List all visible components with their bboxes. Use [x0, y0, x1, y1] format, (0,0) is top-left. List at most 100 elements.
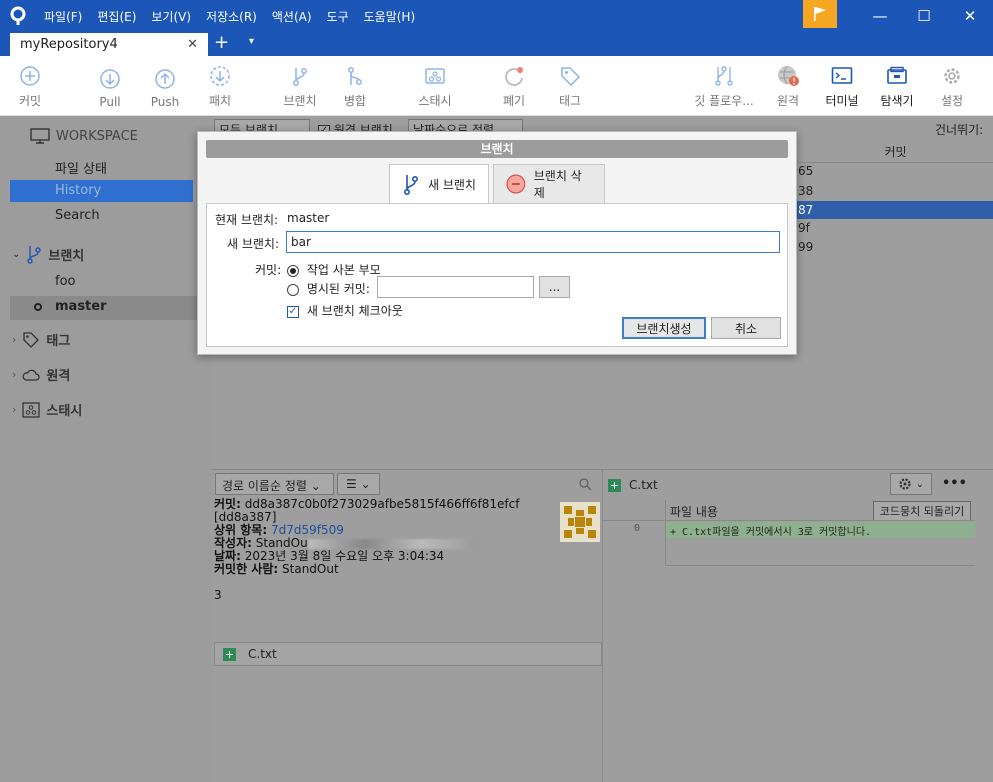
- branches-header[interactable]: ⌄ 브랜치: [12, 244, 84, 264]
- checkout-new-branch-label: 새 브랜치 체크아웃: [306, 304, 403, 318]
- tab-new-branch[interactable]: 새 브랜치: [389, 164, 489, 204]
- stash-label: 스태시: [418, 94, 452, 108]
- author-name: StandOu: [255, 536, 308, 550]
- chevron-down-icon: ⌄: [12, 248, 21, 260]
- date-label: 날짜:: [214, 549, 241, 563]
- sidebar-item-history-label: History: [55, 183, 102, 198]
- sidebar: [0, 116, 212, 782]
- merge-icon: [343, 64, 367, 88]
- stashes-header[interactable]: › 스태시: [12, 400, 82, 419]
- pull-icon: [98, 67, 122, 91]
- search-icon[interactable]: [578, 477, 592, 491]
- add-tab-button[interactable]: +: [214, 33, 229, 53]
- gitflow-button[interactable]: 깃 플로우...: [690, 56, 758, 116]
- diff-options-dropdown[interactable]: ⌄: [890, 473, 932, 495]
- radio-working-copy-parent[interactable]: 작업 사본 부모: [287, 261, 381, 278]
- menu-repository[interactable]: 저장소(R): [206, 8, 257, 25]
- terminal-icon: [830, 64, 854, 88]
- repo-tab[interactable]: myRepository4 ✕: [10, 33, 208, 56]
- sidebar-item-file-status[interactable]: 파일 상태: [55, 158, 107, 177]
- minimize-button[interactable]: —: [857, 0, 903, 32]
- tag-icon: [558, 64, 582, 88]
- tab-dropdown-icon[interactable]: ▾: [249, 36, 254, 47]
- commit-row[interactable]: 38: [798, 184, 813, 198]
- push-button[interactable]: Push: [146, 56, 184, 116]
- menu-edit[interactable]: 편집(E): [97, 8, 136, 25]
- file-name: C.txt: [248, 647, 277, 661]
- fetch-button[interactable]: 패치: [202, 56, 238, 116]
- terminal-button[interactable]: 터미널: [822, 56, 862, 116]
- menu-actions[interactable]: 액션(A): [272, 8, 312, 25]
- specified-commit-input[interactable]: [377, 276, 534, 298]
- more-options-button[interactable]: •••: [942, 476, 967, 491]
- menu-tools[interactable]: 도구: [327, 8, 349, 25]
- revert-hunk-button[interactable]: 코드뭉치 되돌리기: [873, 501, 971, 521]
- radio-working-copy-parent-label: 작업 사본 부모: [306, 263, 381, 277]
- close-window-button[interactable]: ✕: [947, 0, 993, 32]
- menu-help[interactable]: 도움말(H): [364, 8, 416, 25]
- explorer-button[interactable]: 탐색기: [876, 56, 918, 116]
- commit-message: 3: [214, 588, 222, 602]
- merge-button[interactable]: 병합: [338, 56, 372, 116]
- tab-delete-branch-label: 브랜치 삭제: [533, 169, 582, 200]
- commit-row[interactable]: 65: [798, 164, 813, 178]
- branch-button[interactable]: 브랜치: [278, 56, 322, 116]
- title-bar: 파일(F) 편집(E) 보기(V) 저장소(R) 액션(A) 도구 도움말(H)…: [0, 0, 993, 32]
- path-sort-dropdown[interactable]: 경로 이름순 정렬 ⌄: [215, 473, 334, 495]
- browse-commit-button[interactable]: ...: [539, 276, 570, 298]
- menu-view[interactable]: 보기(V): [151, 8, 191, 25]
- checkout-new-branch-checkbox[interactable]: ✓ 새 브랜치 체크아웃: [287, 302, 403, 319]
- commit-row[interactable]: 9f: [798, 221, 810, 235]
- stash-icon: [423, 64, 447, 88]
- toolbar: 커밋 Pull Push 패치 브랜치 병합 스태시 폐기 태그 깃 플로우..…: [0, 56, 993, 116]
- sidebar-item-master-label: master: [55, 299, 107, 314]
- commit-button[interactable]: 커밋: [10, 56, 50, 116]
- sourcetree-logo: [10, 6, 26, 25]
- discard-button[interactable]: 폐기: [497, 56, 531, 116]
- menu-file[interactable]: 파일(F): [44, 8, 82, 25]
- parent-hash-link[interactable]: 7d7d59f509: [271, 523, 344, 537]
- commit-label: 커밋:: [214, 497, 241, 511]
- commit-column-header[interactable]: 커밋: [798, 141, 993, 163]
- sidebar-item-foo[interactable]: foo: [55, 274, 75, 289]
- merge-label: 병합: [343, 94, 367, 108]
- gear-icon: [940, 64, 964, 88]
- settings-button[interactable]: 설정: [934, 56, 970, 116]
- close-tab-icon[interactable]: ✕: [187, 37, 198, 52]
- tab-delete-branch[interactable]: 브랜치 삭제: [493, 164, 605, 204]
- radio-specified-commit[interactable]: 명시된 커밋:: [287, 280, 370, 297]
- commit-row[interactable]: 99: [798, 240, 813, 254]
- tag-button[interactable]: 태그: [553, 56, 587, 116]
- path-sort-label: 경로 이름순 정렬: [222, 479, 307, 493]
- sidebar-item-history[interactable]: [10, 180, 193, 202]
- committer-name: StandOut: [282, 562, 339, 576]
- flag-button[interactable]: [803, 0, 837, 28]
- pull-button[interactable]: Pull: [92, 56, 128, 116]
- diff-file-name: C.txt: [629, 478, 658, 492]
- sidebar-item-search[interactable]: Search: [55, 208, 100, 223]
- push-label: Push: [150, 95, 180, 109]
- maximize-button[interactable]: ☐: [901, 0, 947, 32]
- author-label: 작성자:: [214, 536, 252, 550]
- cancel-button[interactable]: 취소: [711, 317, 781, 339]
- gear-icon: [899, 478, 911, 490]
- selected-commit-hash: 87: [798, 203, 814, 217]
- tag-label: 태그: [558, 94, 582, 108]
- remotes-header[interactable]: › 원격: [12, 365, 70, 384]
- remote-button[interactable]: 원격: [770, 56, 806, 116]
- settings-label: 설정: [940, 94, 964, 108]
- branch-dialog: 브랜치 새 브랜치 브랜치 삭제 현재 브랜치: master 새 브랜치: b…: [197, 131, 797, 355]
- new-branch-input[interactable]: bar: [286, 231, 780, 253]
- avatar: [560, 502, 600, 542]
- file-row[interactable]: + C.txt: [214, 642, 602, 666]
- stash-button[interactable]: 스태시: [412, 56, 458, 116]
- selected-commit-row[interactable]: [790, 201, 993, 219]
- parent-label: 상위 항목:: [214, 523, 268, 537]
- create-branch-button[interactable]: 브랜치생성: [622, 317, 706, 339]
- redacted-email: [307, 538, 478, 549]
- current-branch-label: 현재 브랜치:: [215, 213, 279, 227]
- list-icon: ☰: [346, 477, 357, 491]
- view-mode-dropdown[interactable]: ☰ ⌄: [337, 473, 380, 495]
- commit-date: 2023년 3월 8일 수요일 오후 3:04:34: [244, 549, 445, 563]
- tags-header[interactable]: › 태그: [12, 330, 70, 349]
